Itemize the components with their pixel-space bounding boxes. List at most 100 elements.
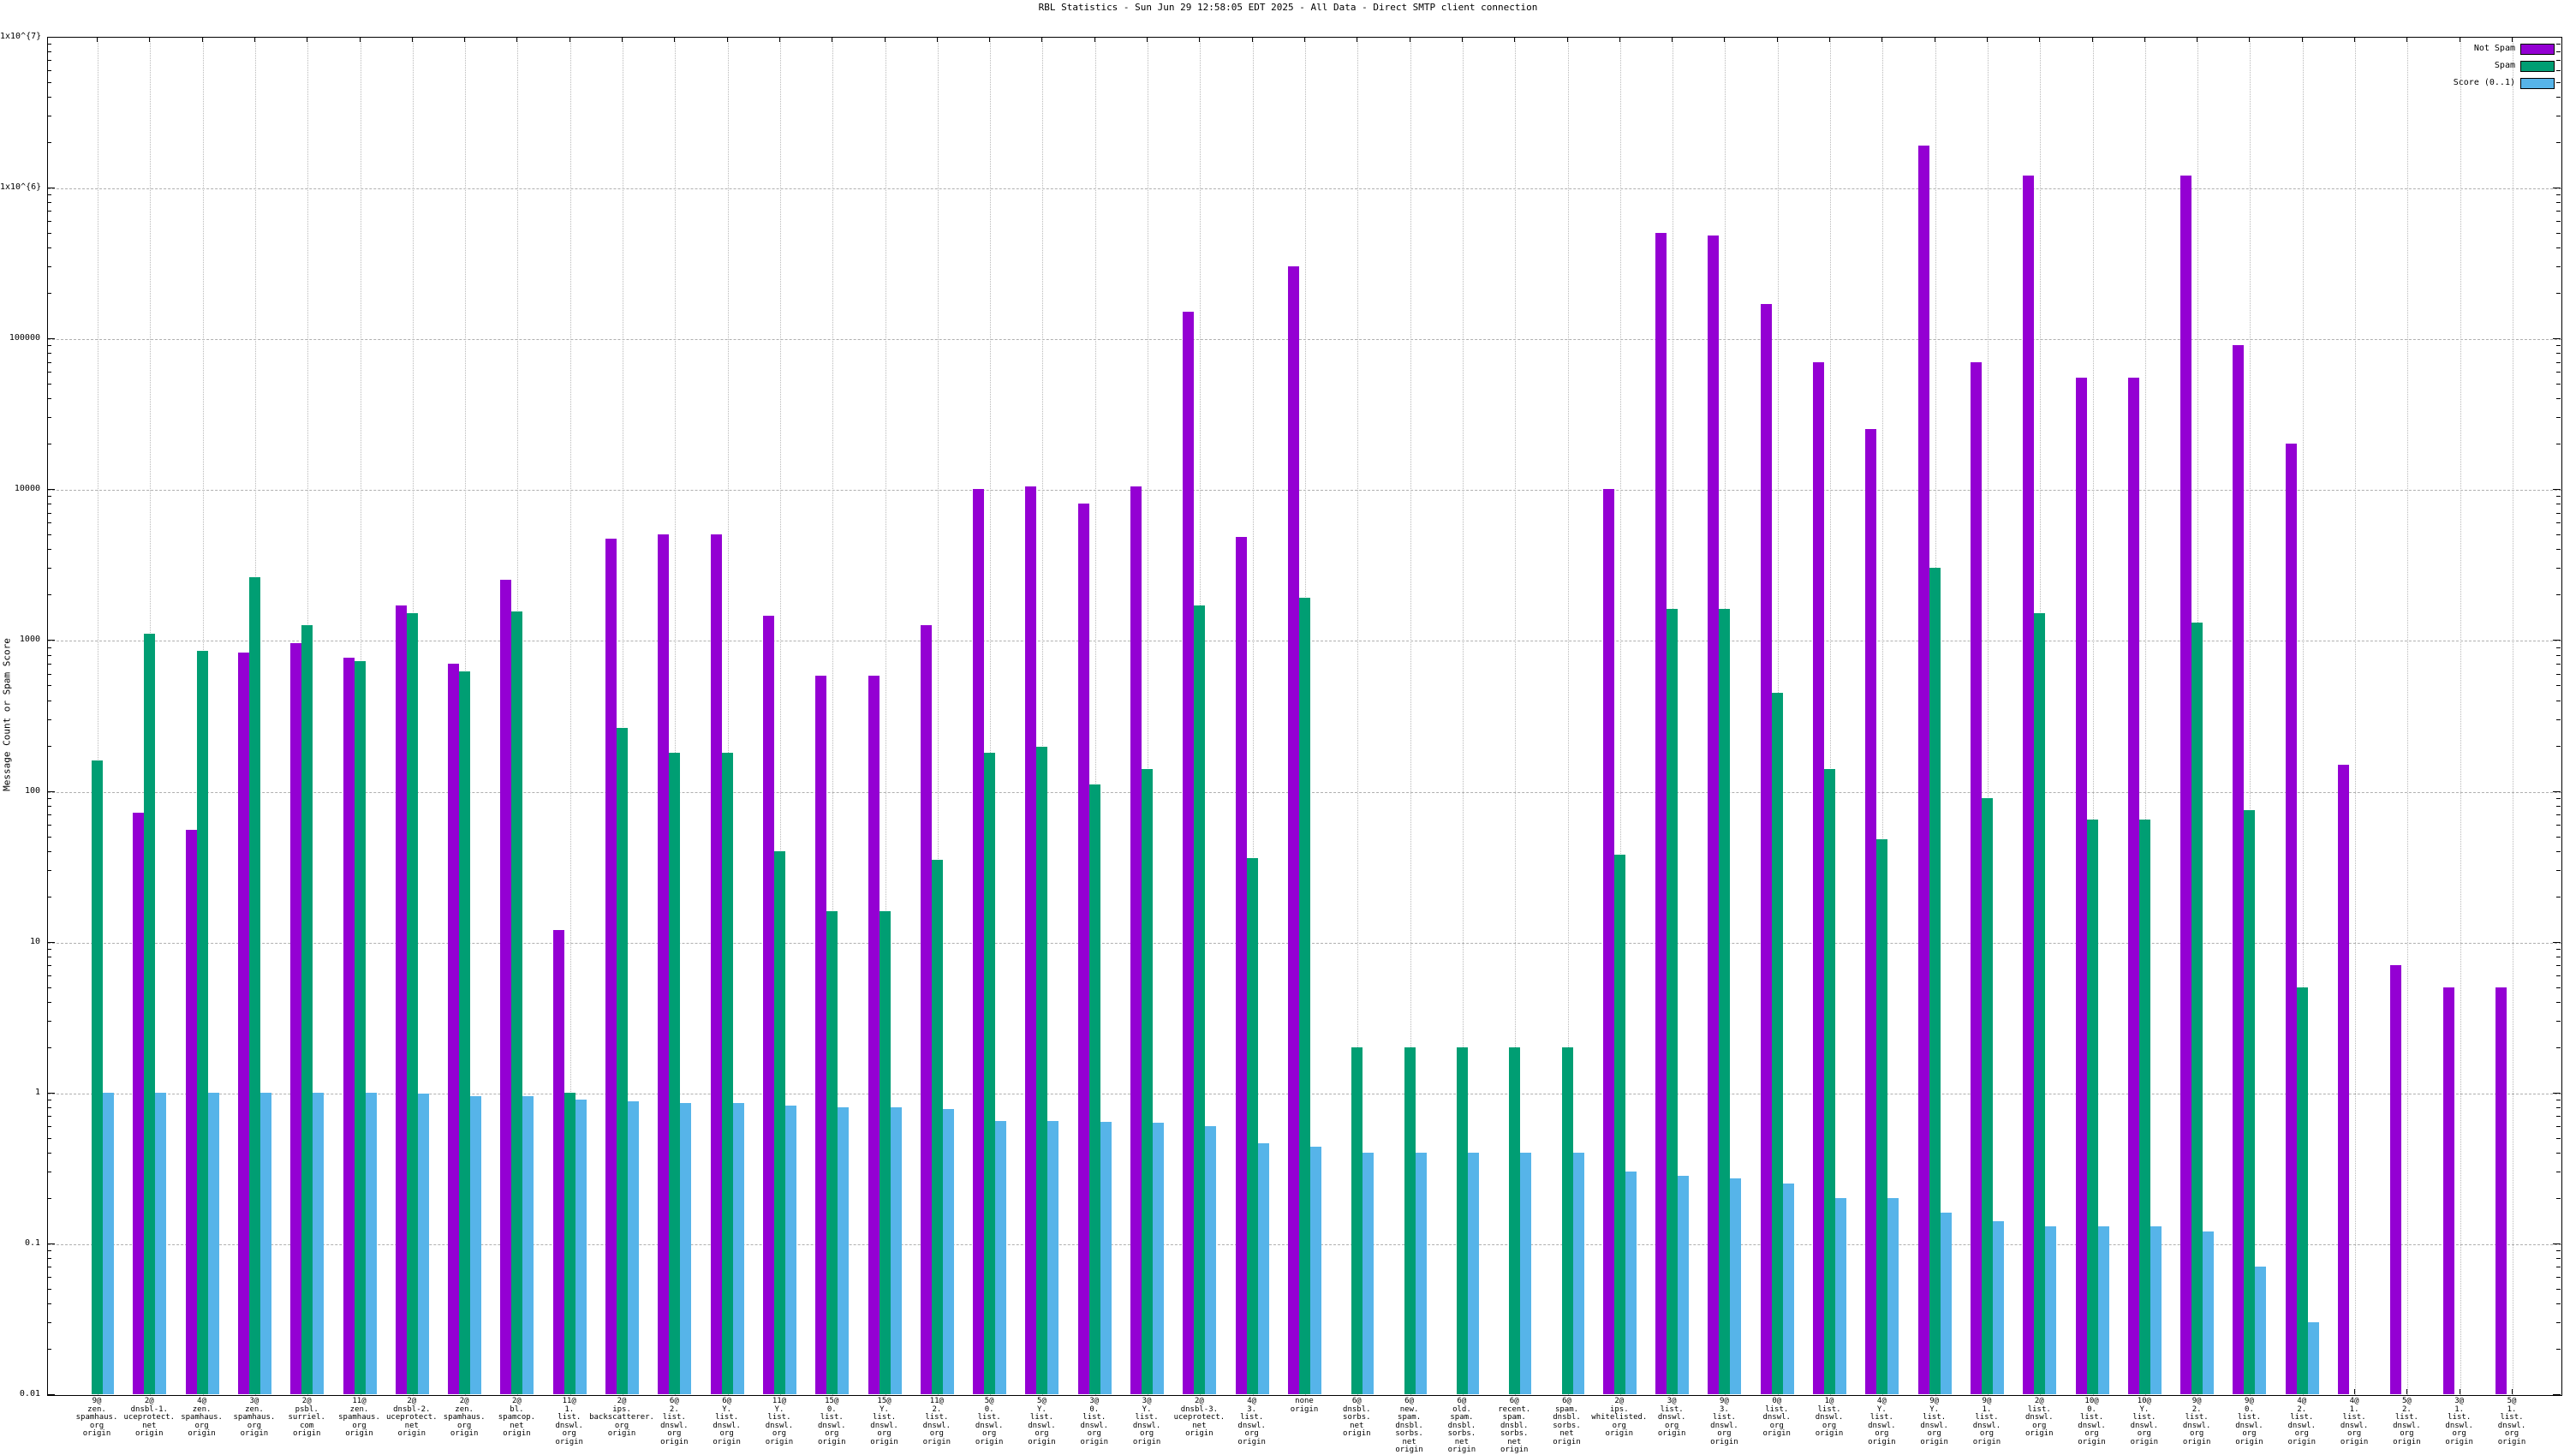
y-minor-tick [2556,647,2561,648]
bar-score-0-1- [2308,1322,2319,1394]
bar-spam [459,671,470,1394]
x-tick [360,37,361,42]
y-minor-tick [47,266,51,267]
x-tick [516,37,517,42]
y-minor-tick [2556,719,2561,720]
bar-score-0-1- [1625,1172,1637,1394]
y-minor-tick [2556,51,2561,52]
v-gridline [2355,38,2356,1395]
bar-not-spam [2496,987,2507,1394]
bar-not-spam [553,930,564,1394]
y-minor-tick [47,293,51,294]
y-minor-tick [2556,372,2561,373]
y-minor-tick [47,353,51,354]
y-major-tick [2553,791,2561,792]
bar-spam [197,651,208,1394]
y-minor-tick [47,1153,51,1154]
y-minor-tick [2556,496,2561,497]
y-minor-tick [2556,513,2561,514]
legend-entry: Not Spam [2349,44,2555,54]
bar-spam [1299,598,1310,1394]
y-minor-tick [2556,1289,2561,1290]
x-tick [254,37,255,42]
bar-not-spam [1865,429,1876,1394]
y-minor-tick [47,674,51,675]
y-minor-tick [2556,806,2561,807]
bar-not-spam [2023,176,2034,1394]
y-minor-tick [47,1198,51,1199]
bar-not-spam [868,676,880,1394]
bar-score-0-1- [680,1103,691,1394]
y-minor-tick [2556,594,2561,595]
y-minor-tick [2556,353,2561,354]
bar-score-0-1- [470,1096,481,1394]
legend-label: Score (0..1) [2454,78,2515,87]
y-minor-tick [47,221,51,222]
bar-spam [1457,1047,1468,1394]
bar-not-spam [2180,176,2191,1394]
bar-score-0-1- [2150,1226,2162,1394]
y-minor-tick [47,1250,51,1251]
bar-score-0-1- [943,1109,954,1394]
y-tick-label: 1x10^{7} [0,32,40,41]
y-minor-tick [47,51,51,52]
y-minor-tick [47,44,51,45]
y-minor-tick [2556,1138,2561,1139]
x-tick [2512,1389,2513,1394]
y-minor-tick [47,870,51,871]
y-minor-tick [47,814,51,815]
x-tick [569,37,570,42]
bar-spam [2297,987,2308,1394]
y-minor-tick [2556,266,2561,267]
bar-score-0-1- [1993,1221,2004,1394]
y-minor-tick [2556,549,2561,550]
y-major-tick [2553,1093,2561,1094]
bar-not-spam [2076,378,2087,1394]
bar-score-0-1- [1310,1147,1321,1394]
y-minor-tick [2556,798,2561,799]
y-minor-tick [2556,870,2561,871]
y-major-tick [2553,942,2561,943]
bar-not-spam [605,539,617,1394]
x-tick [1777,37,1778,42]
y-minor-tick [2556,202,2561,203]
bar-score-0-1- [1047,1121,1058,1394]
bar-not-spam [1655,233,1667,1394]
legend-entry: Spam [2349,61,2555,71]
x-tick [2302,37,2303,42]
bar-not-spam [448,664,459,1394]
y-minor-tick [2556,60,2561,61]
y-minor-tick [2556,345,2561,346]
y-minor-tick [47,211,51,212]
x-tick [2144,37,2145,42]
y-minor-tick [2556,987,2561,988]
bar-spam [1509,1047,1520,1394]
y-minor-tick [2556,1126,2561,1127]
y-minor-tick [2556,1107,2561,1108]
y-minor-tick [2556,398,2561,399]
y-minor-tick [47,655,51,656]
x-tick [2354,37,2355,42]
y-minor-tick [2556,664,2561,665]
bar-spam [1876,839,1887,1394]
x-tick [412,37,413,42]
bar-not-spam [1971,362,1982,1394]
legend-label: Not Spam [2474,44,2515,53]
y-minor-tick [2556,975,2561,976]
y-minor-tick [2556,1258,2561,1259]
bar-not-spam [1183,312,1194,1394]
y-minor-tick [47,1021,51,1022]
y-minor-tick [47,1116,51,1117]
bar-spam [1036,747,1047,1394]
bar-spam [984,753,995,1394]
x-tick [937,37,938,42]
y-tick-label: 10000 [0,484,40,493]
bar-not-spam [343,658,355,1394]
bar-spam [2244,810,2255,1394]
y-minor-tick [47,1126,51,1127]
y-minor-tick [2556,1047,2561,1048]
y-minor-tick [47,594,51,595]
bar-spam [669,753,680,1394]
x-tick [1252,37,1253,42]
bar-not-spam [1025,486,1036,1394]
